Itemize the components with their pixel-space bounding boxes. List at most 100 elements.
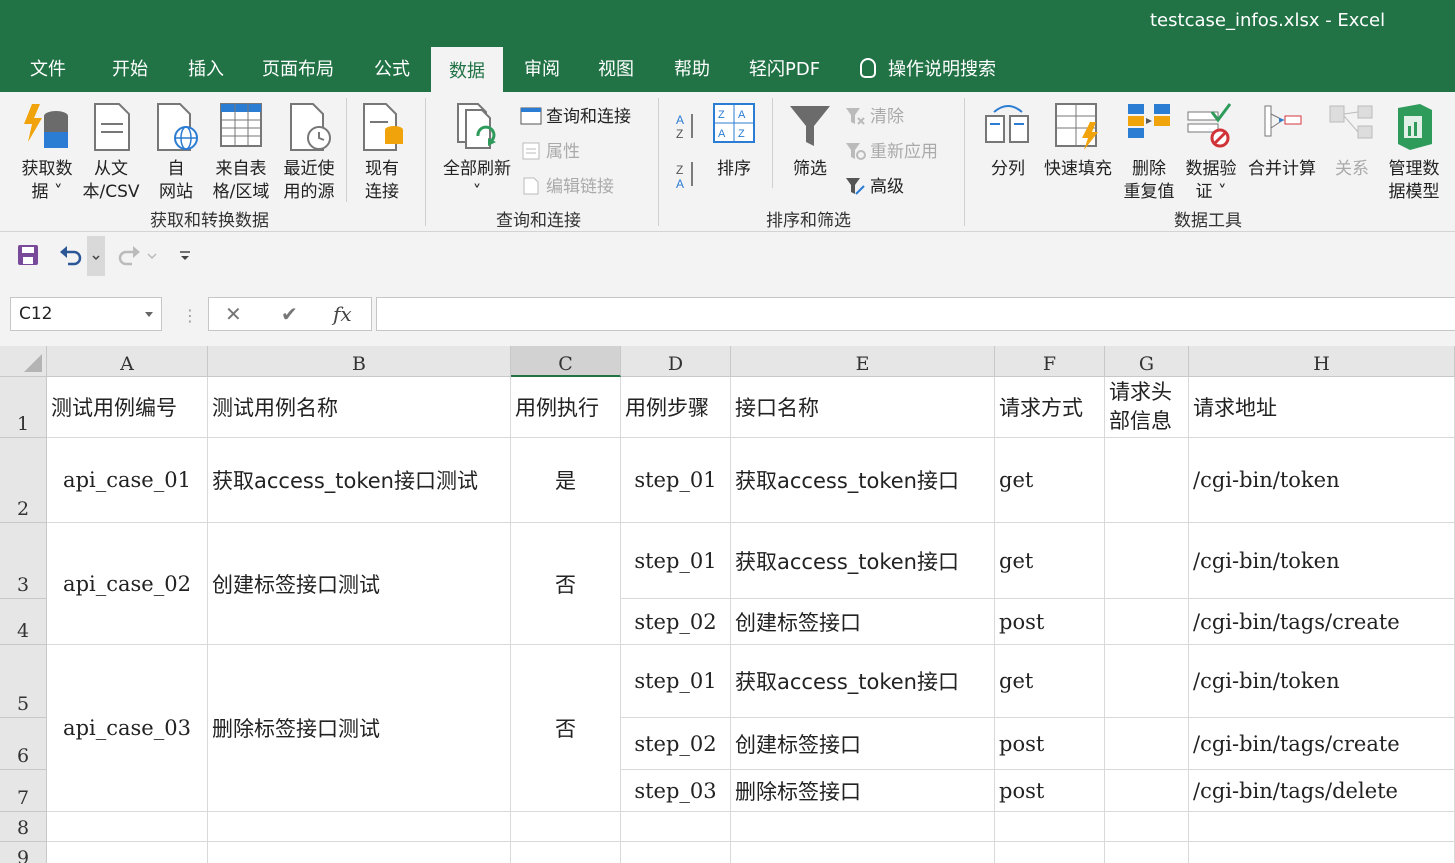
column-header-c[interactable]: C — [511, 346, 621, 377]
tab-pdf[interactable]: 轻闪PDF — [749, 55, 820, 81]
tab-file[interactable]: 文件 — [30, 55, 66, 81]
reapply-button[interactable]: 重新应用 — [844, 137, 938, 162]
cell-h1[interactable]: 请求地址 — [1189, 377, 1455, 438]
cell-h4[interactable]: /cgi-bin/tags/create — [1189, 599, 1455, 645]
worksheet-grid[interactable]: A B C D E F G H 1 2 3 4 5 6 7 8 9 测试用例编号… — [0, 346, 1455, 863]
select-all-corner[interactable] — [0, 346, 47, 377]
cell-f2[interactable]: get — [995, 438, 1105, 523]
enter-icon[interactable]: ✔ — [281, 302, 298, 326]
empty-cell[interactable] — [1189, 842, 1455, 863]
tell-me-search[interactable]: 操作说明搜索 — [860, 55, 996, 81]
undo-icon[interactable] — [58, 244, 84, 266]
cell-a2[interactable]: api_case_01 — [47, 438, 208, 523]
tab-view[interactable]: 视图 — [598, 55, 634, 81]
empty-cell[interactable] — [1105, 842, 1189, 863]
cell-d5[interactable]: step_01 — [621, 645, 731, 718]
cell-e5[interactable]: 获取access_token接口 — [731, 645, 995, 718]
redo-dropdown-icon[interactable] — [146, 252, 158, 262]
cell-d6[interactable]: step_02 — [621, 718, 731, 770]
existing-connections-button[interactable]: 现有 连接 — [356, 102, 408, 204]
edit-links-button[interactable]: 编辑链接 — [520, 172, 614, 197]
cell-d2[interactable]: step_01 — [621, 438, 731, 523]
name-box[interactable]: C12 — [10, 297, 162, 331]
row-header-3[interactable]: 3 — [0, 523, 47, 599]
cell-f4[interactable]: post — [995, 599, 1105, 645]
tab-home[interactable]: 开始 — [112, 55, 148, 81]
row-header-7[interactable]: 7 — [0, 770, 47, 812]
column-header-d[interactable]: D — [621, 346, 731, 377]
tab-page-layout[interactable]: 页面布局 — [262, 55, 334, 81]
cell-h2[interactable]: /cgi-bin/token — [1189, 438, 1455, 523]
cell-g3[interactable] — [1105, 523, 1189, 599]
properties-button[interactable]: 属性 — [520, 137, 580, 162]
cell-a1[interactable]: 测试用例编号 — [47, 377, 208, 438]
cell-h7[interactable]: /cgi-bin/tags/delete — [1189, 770, 1455, 812]
relationships-button[interactable]: 关系 — [1328, 102, 1376, 181]
customize-qat-icon[interactable] — [178, 250, 192, 262]
insert-function-icon[interactable]: fx — [333, 302, 352, 326]
column-header-h[interactable]: H — [1189, 346, 1455, 377]
cell-b2[interactable]: 获取access_token接口测试 — [208, 438, 511, 523]
remove-duplicates-button[interactable]: 删除 重复值 — [1120, 102, 1178, 204]
empty-cell[interactable] — [208, 812, 511, 842]
empty-cell[interactable] — [47, 842, 208, 863]
row-header-5[interactable]: 5 — [0, 645, 47, 718]
cell-e7[interactable]: 删除标签接口 — [731, 770, 995, 812]
cell-d4[interactable]: step_02 — [621, 599, 731, 645]
empty-cell[interactable] — [621, 842, 731, 863]
sort-az-icon[interactable]: A Z Z A — [676, 112, 700, 188]
cell-g4[interactable] — [1105, 599, 1189, 645]
empty-cell[interactable] — [47, 812, 208, 842]
from-text-csv-button[interactable]: 从文 本/CSV — [80, 102, 142, 204]
column-header-g[interactable]: G — [1105, 346, 1189, 377]
cell-e2[interactable]: 获取access_token接口 — [731, 438, 995, 523]
cell-h3[interactable]: /cgi-bin/token — [1189, 523, 1455, 599]
empty-cell[interactable] — [731, 842, 995, 863]
cell-a3-merged[interactable]: api_case_02 — [47, 523, 208, 645]
cell-d3[interactable]: step_01 — [621, 523, 731, 599]
cell-e1[interactable]: 接口名称 — [731, 377, 995, 438]
empty-cell[interactable] — [621, 812, 731, 842]
cell-f7[interactable]: post — [995, 770, 1105, 812]
recent-sources-button[interactable]: 最近使 用的源 — [278, 102, 340, 204]
cell-c1[interactable]: 用例执行 — [511, 377, 621, 438]
cell-f1[interactable]: 请求方式 — [995, 377, 1105, 438]
data-validation-button[interactable]: 数据验 证 ˅ — [1182, 102, 1240, 204]
formula-input[interactable] — [376, 297, 1455, 331]
tab-data[interactable]: 数据 — [431, 47, 503, 92]
cell-b3-merged[interactable]: 创建标签接口测试 — [208, 523, 511, 645]
empty-cell[interactable] — [731, 812, 995, 842]
empty-cell[interactable] — [511, 812, 621, 842]
cell-h6[interactable]: /cgi-bin/tags/create — [1189, 718, 1455, 770]
cell-b1[interactable]: 测试用例名称 — [208, 377, 511, 438]
filter-button[interactable]: 筛选 — [784, 102, 836, 181]
row-header-9[interactable]: 9 — [0, 842, 47, 863]
text-to-columns-button[interactable]: 分列 — [984, 102, 1032, 181]
consolidate-button[interactable]: 合并计算 — [1244, 102, 1320, 181]
cell-d7[interactable]: step_03 — [621, 770, 731, 812]
empty-cell[interactable] — [995, 812, 1105, 842]
cell-f5[interactable]: get — [995, 645, 1105, 718]
cell-d1[interactable]: 用例步骤 — [621, 377, 731, 438]
cell-e6[interactable]: 创建标签接口 — [731, 718, 995, 770]
cell-a5-merged[interactable]: api_case_03 — [47, 645, 208, 812]
tab-formulas[interactable]: 公式 — [374, 55, 410, 81]
row-header-4[interactable]: 4 — [0, 599, 47, 645]
column-header-e[interactable]: E — [731, 346, 995, 377]
row-header-6[interactable]: 6 — [0, 718, 47, 770]
cell-c5-merged[interactable]: 否 — [511, 645, 621, 812]
empty-cell[interactable] — [1189, 812, 1455, 842]
row-header-1[interactable]: 1 — [0, 377, 47, 438]
column-header-a[interactable]: A — [47, 346, 208, 377]
undo-dropdown[interactable] — [87, 236, 105, 276]
tab-review[interactable]: 审阅 — [524, 55, 560, 81]
cell-g2[interactable] — [1105, 438, 1189, 523]
cell-c2[interactable]: 是 — [511, 438, 621, 523]
from-table-button[interactable]: 来自表 格/区域 — [208, 102, 274, 204]
empty-cell[interactable] — [1105, 812, 1189, 842]
tab-help[interactable]: 帮助 — [674, 55, 710, 81]
tab-insert[interactable]: 插入 — [188, 55, 224, 81]
cell-g5[interactable] — [1105, 645, 1189, 718]
cell-e4[interactable]: 创建标签接口 — [731, 599, 995, 645]
cell-h5[interactable]: /cgi-bin/token — [1189, 645, 1455, 718]
